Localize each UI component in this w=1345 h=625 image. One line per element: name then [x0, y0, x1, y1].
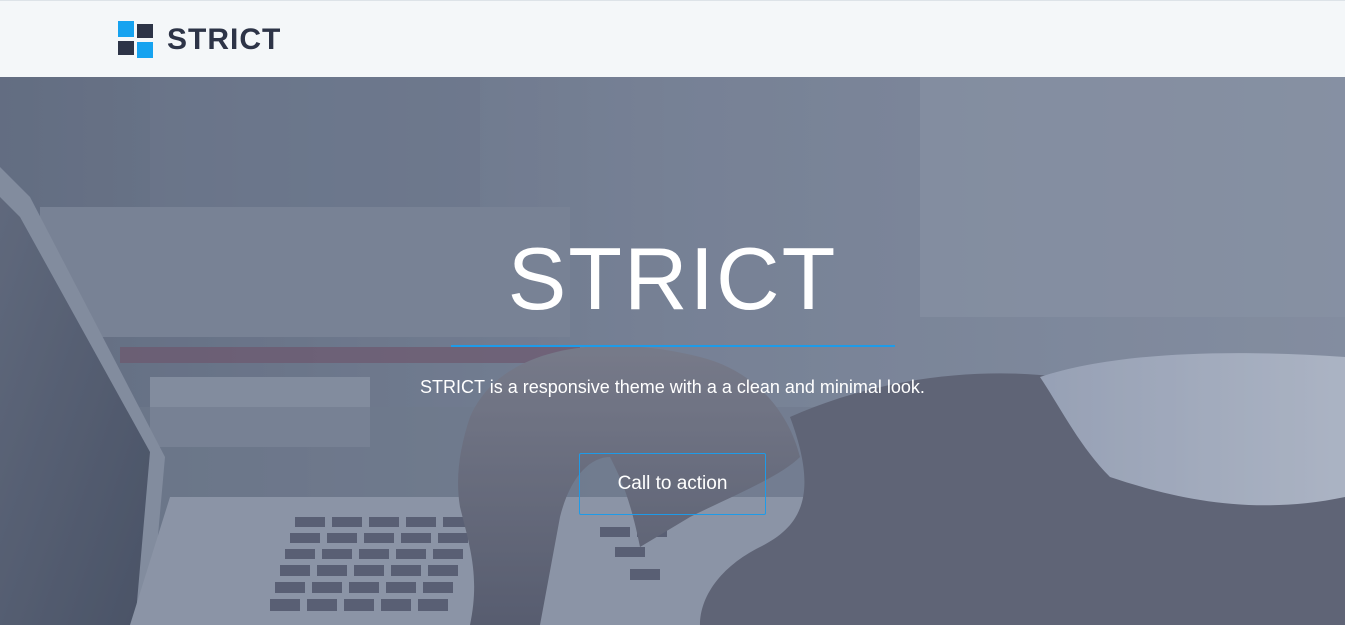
four-squares-logo-icon	[118, 21, 153, 58]
hero-divider	[451, 345, 895, 347]
hero-section: STRICT STRICT is a responsive theme with…	[0, 77, 1345, 625]
hero-title: STRICT	[507, 229, 838, 328]
call-to-action-button[interactable]: Call to action	[579, 453, 766, 515]
hero-overlay	[0, 77, 1345, 625]
top-navbar: STRICT	[0, 0, 1345, 77]
hero-subtitle: STRICT is a responsive theme with a a cl…	[420, 377, 925, 397]
logo-text: STRICT	[167, 22, 282, 56]
logo-link[interactable]: STRICT	[118, 21, 281, 58]
page: STRICT STRICT STRICT is a responsive the…	[0, 0, 1345, 625]
